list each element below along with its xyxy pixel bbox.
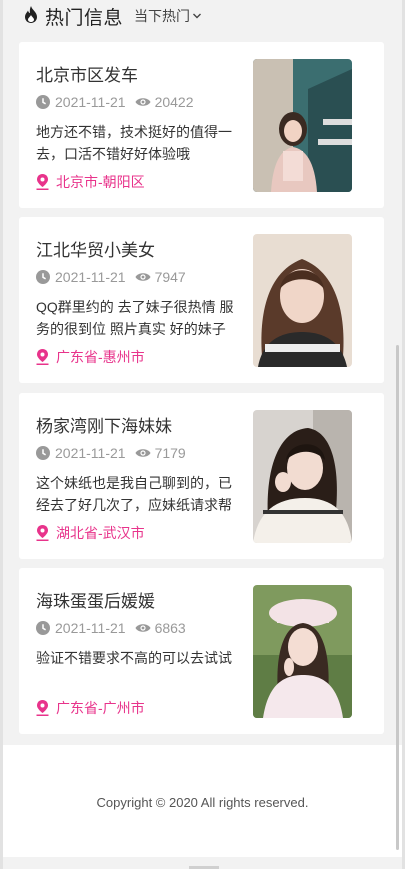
post-location: 北京市-朝阳区 [36,172,145,192]
post-thumbnail[interactable] [253,234,352,367]
views-count: 20422 [154,94,194,110]
post-location: 广东省-广州市 [36,698,145,718]
map-pin-icon [36,349,49,365]
post-card[interactable]: 杨家湾刚下海妹妹 2021-11-21 7179 这个妹纸也是我自己聊到的，已经… [19,393,384,559]
post-meta: 2021-11-21 6863 [36,620,186,636]
scrollbar-thumb[interactable] [396,345,399,850]
post-description: 这个妹纸也是我自己聊到的，已经去了好几次了，应妹纸请求帮 [36,475,232,513]
post-title[interactable]: 海珠蛋蛋后媛媛 [36,587,155,612]
eye-icon [135,624,151,632]
post-views: 20422 [135,94,194,110]
clock-icon [36,95,50,109]
post-card[interactable]: 江北华贸小美女 2021-11-21 7947 QQ群里约的 去了妹子很热情 服… [19,217,384,383]
location-text: 广东省-广州市 [56,700,145,716]
views-count: 7179 [154,445,186,461]
location-text: 湖北省-武汉市 [56,525,145,541]
post-thumbnail[interactable] [253,59,352,192]
eye-icon [135,98,151,106]
clock-icon [36,270,50,284]
map-pin-icon [36,525,49,541]
post-description: 验证不错要求不高的可以去试试 [36,650,232,666]
post-date: 2021-11-21 [55,269,126,285]
post-views: 7179 [135,445,186,461]
post-title[interactable]: 杨家湾刚下海妹妹 [36,412,172,437]
eye-icon [135,449,151,457]
sort-dropdown[interactable]: 当下热门 [134,6,202,26]
chevron-down-icon [193,13,201,19]
map-pin-icon [36,174,49,190]
location-text: 北京市-朝阳区 [56,174,145,190]
eye-icon [135,273,151,281]
clock-icon [36,621,50,635]
post-date: 2021-11-21 [55,620,126,636]
post-location: 湖北省-武汉市 [36,523,145,543]
post-description: 地方还不错，技术挺好的值得一去，口活不错好好体验哦 [36,124,232,162]
photo-image [253,59,352,192]
post-thumbnail[interactable] [253,585,352,718]
copyright-text: Copyright © 2020 All rights reserved. [96,795,309,810]
map-pin-icon [36,700,49,716]
post-thumbnail[interactable] [253,410,352,543]
location-text: 广东省-惠州市 [56,349,145,365]
photo-image [253,585,352,718]
post-title[interactable]: 北京市区发车 [36,61,138,86]
post-meta: 2021-11-21 20422 [36,94,194,110]
post-meta: 2021-11-21 7179 [36,445,186,461]
post-date: 2021-11-21 [55,445,126,461]
header-bar: 热门信息 当下热门 [3,0,402,30]
views-count: 6863 [154,620,186,636]
post-date: 2021-11-21 [55,94,126,110]
post-description: QQ群里约的 去了妹子很热情 服务的很到位 照片真实 好的妹子和 [36,299,234,337]
app-frame: 热门信息 当下热门 北京市区发车 2021-11-21 20422 地方还不错，… [0,0,405,869]
post-card[interactable]: 海珠蛋蛋后媛媛 2021-11-21 6863 验证不错要求不高的可以去试试 广… [19,568,384,734]
sort-label: 当下热门 [134,8,190,24]
views-count: 7947 [154,269,186,285]
post-location: 广东省-惠州市 [36,347,145,367]
post-views: 6863 [135,620,186,636]
photo-image [253,410,352,543]
post-title[interactable]: 江北华贸小美女 [36,236,155,261]
post-card[interactable]: 北京市区发车 2021-11-21 20422 地方还不错，技术挺好的值得一去，… [19,42,384,208]
page-footer: Copyright © 2020 All rights reserved. [3,745,402,857]
photo-image [253,234,352,367]
post-views: 7947 [135,269,186,285]
clock-icon [36,446,50,460]
post-meta: 2021-11-21 7947 [36,269,186,285]
page-title: 热门信息 [45,8,124,29]
fire-icon [25,6,37,23]
